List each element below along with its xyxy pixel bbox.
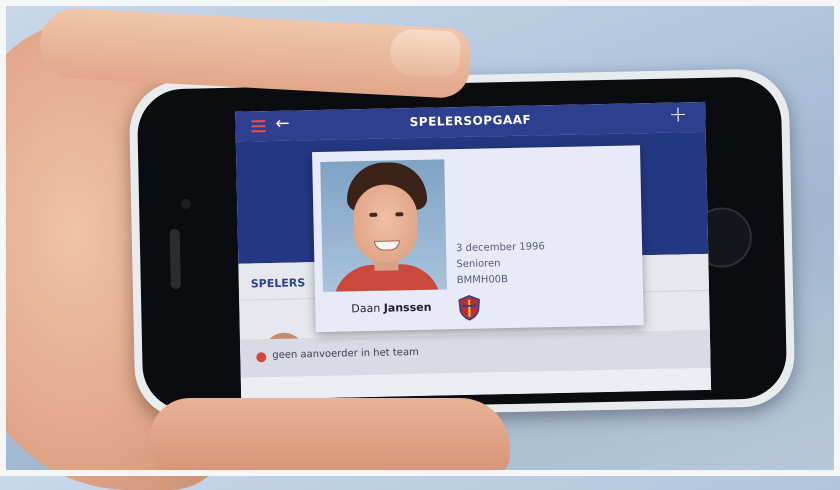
phone-bezel: ← SPELERSOPGAAF + SPELERS geen aanvoerde… (136, 76, 788, 412)
error-dot-icon (256, 352, 267, 363)
smartphone: ← SPELERSOPGAAF + SPELERS geen aanvoerde… (128, 68, 796, 420)
player-category: Senioren (456, 258, 501, 271)
player-code: BMMH00B (456, 274, 509, 287)
page-title: SPELERSOPGAAF (409, 112, 532, 130)
app-screen: ← SPELERSOPGAAF + SPELERS geen aanvoerde… (235, 101, 712, 400)
player-last-name: Janssen (383, 300, 432, 315)
player-card[interactable]: 3 december 1996 Senioren BMMH00B Daan Ja… (312, 145, 644, 333)
player-first-name: Daan (351, 301, 381, 316)
notice-text: geen aanvoerder in het team (272, 346, 419, 361)
player-birth-date: 3 december 1996 (455, 241, 545, 255)
player-name: Daan Janssen (351, 301, 431, 316)
plus-icon[interactable]: + (669, 102, 688, 127)
section-label-spelers: SPELERS (250, 276, 306, 291)
finger-bottom (150, 398, 510, 476)
club-shield-icon (458, 295, 480, 321)
player-photo (320, 159, 447, 292)
thumbnail-nail (388, 28, 462, 78)
front-camera (180, 198, 192, 209)
phone-speaker (169, 228, 181, 290)
